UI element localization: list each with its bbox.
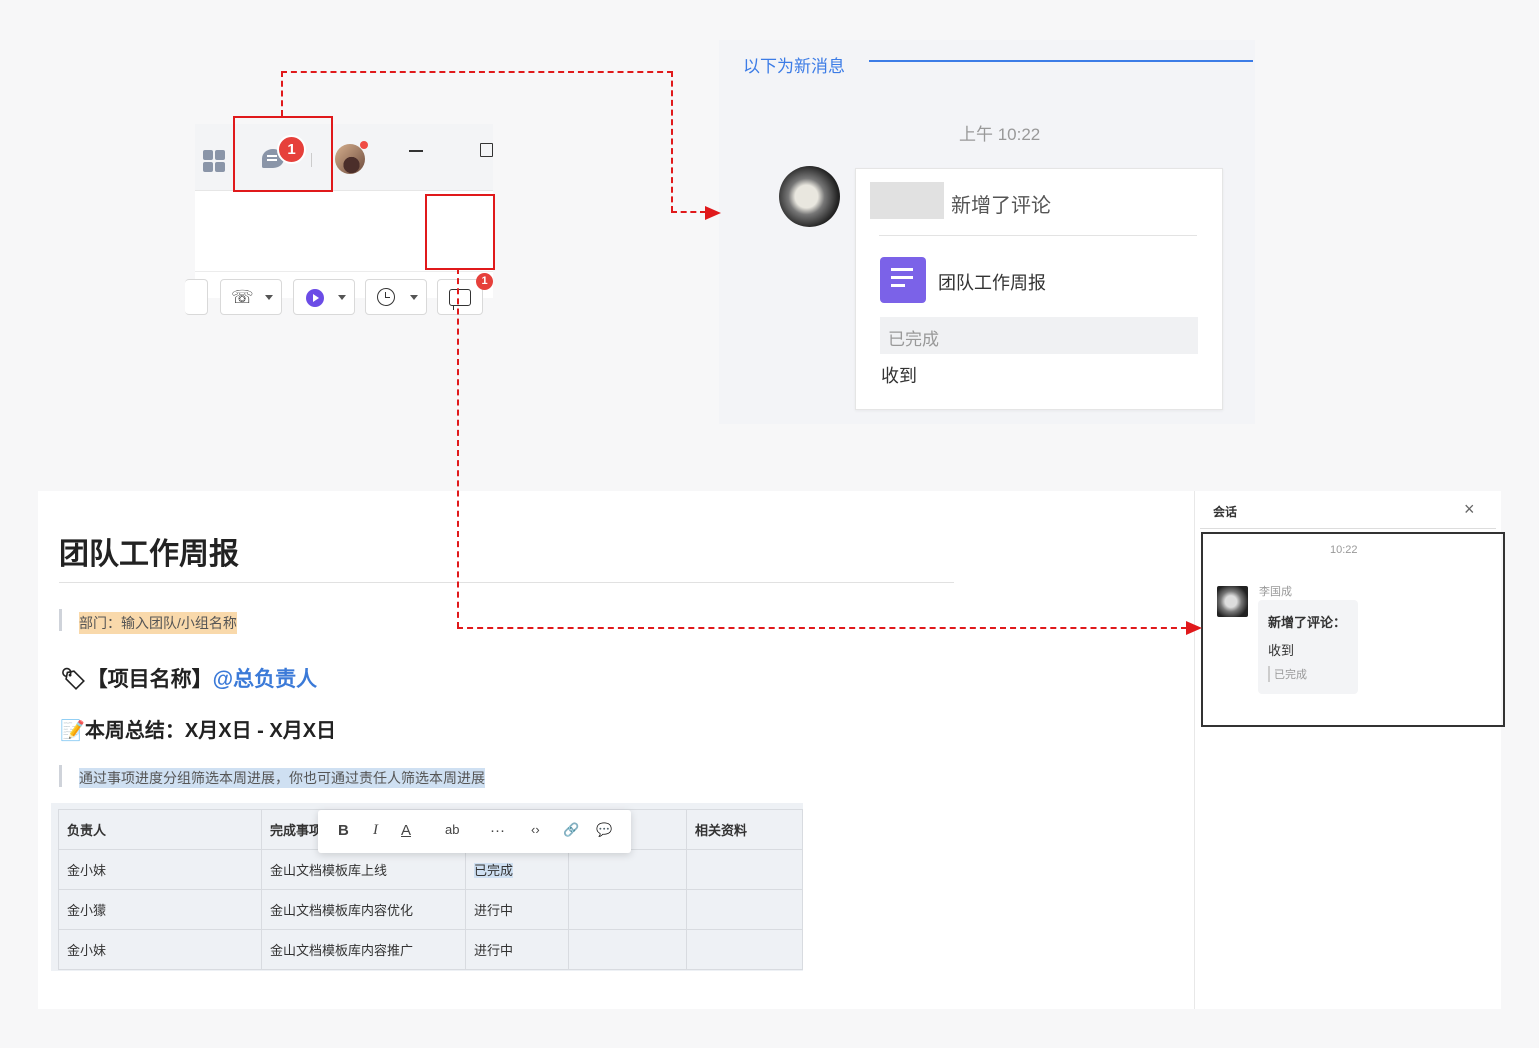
table-cell[interactable]: 金小妹 [58,849,262,890]
quoted-text: 已完成 [888,330,939,349]
apps-grid-icon[interactable] [203,150,225,172]
table-cell[interactable]: 金山文档模板库内容推广 [261,929,466,970]
quoted-text-box: 已完成 [880,317,1198,354]
present-button[interactable] [293,279,355,315]
table-cell[interactable]: 金山文档模板库内容优化 [261,889,466,930]
history-button[interactable] [365,279,427,315]
table-header[interactable]: 相关资料 [686,809,803,850]
connector-line [281,71,283,116]
conversation-title: 会话 [1213,505,1238,519]
document-editor: 团队工作周报 部门：输入团队/小组名称 🏷【项目名称】@总负责人 📝本周总结：X… [38,491,1196,1009]
new-messages-divider [869,60,1253,62]
chevron-down-icon [410,295,418,300]
summary-text: 本周总结：X月X日 - X月X日 [84,720,337,742]
comment-button[interactable]: 💬 [596,822,612,838]
table-cell[interactable] [568,889,687,930]
call-button[interactable]: ☏ [220,279,282,315]
department-line[interactable]: 部门：输入团队/小组名称 [79,612,237,634]
tag-icon: 🏷 [60,668,87,691]
table-cell[interactable]: 金山文档模板库上线 [261,849,466,890]
table-row: 金小妹 金山文档模板库内容推广 进行中 [58,929,803,970]
comment-icon [449,289,471,310]
toolbar-button-partial[interactable] [185,279,208,315]
chat-message-panel: 以下为新消息 上午 10:22 新增了评论 团队工作周报 已完成 收到 [719,40,1255,424]
highlight-button[interactable]: ab [445,822,459,837]
comment-notification-card[interactable]: 新增了评论 团队工作周报 已完成 收到 [855,168,1223,410]
chevron-down-icon [265,295,273,300]
floating-format-toolbar: B I A ab ··· ‹› 🔗 💬 [318,810,631,853]
table-cell[interactable] [686,849,803,890]
table-cell[interactable]: 金小妹 [58,929,262,970]
selected-text: 已完成 [474,863,514,878]
table-cell[interactable]: 金小獴 [58,889,262,930]
clock-icon [377,288,395,306]
chevron-down-icon [338,295,346,300]
comment-reply: 收到 [881,366,917,386]
status-dot [360,141,368,149]
owner-mention[interactable]: @总负责人 [213,668,317,691]
message-time: 上午 10:22 [959,125,1041,144]
divider [1200,528,1496,529]
connector-line [281,71,673,73]
summary-heading[interactable]: 📝本周总结：X月X日 - X月X日 [60,714,336,743]
bold-button[interactable]: B [338,822,349,839]
play-icon [306,289,324,307]
table-cell[interactable] [686,929,803,970]
project-heading[interactable]: 🏷【项目名称】@总负责人 [60,663,317,693]
comment-button-highlight [425,194,495,270]
link-button[interactable]: 🔗 [563,822,579,838]
project-name: 【项目名称】 [86,668,213,691]
table-row: 金小妹 金山文档模板库上线 已完成 [58,849,803,890]
code-button[interactable]: ‹› [531,822,540,837]
table-cell[interactable]: 已完成 [465,849,569,890]
connector-line [457,627,1187,629]
quote-bar [59,609,62,631]
document-link[interactable]: 团队工作周报 [938,269,1046,295]
table-header[interactable]: 负责人 [58,809,262,850]
hint-line[interactable]: 通过事项进度分组筛选本周进展，你也可通过责任人筛选本周进展 [79,768,485,788]
connector-line [671,71,673,212]
card-title: 新增了评论 [951,195,1051,217]
table-cell[interactable] [686,889,803,930]
memo-icon: 📝 [60,720,85,742]
divider [879,235,1197,236]
table-cell[interactable]: 进行中 [465,929,569,970]
arrow-right-icon [1186,621,1202,635]
table-cell[interactable]: 进行中 [465,889,569,930]
user-avatar[interactable] [335,144,365,174]
italic-button[interactable]: I [373,822,378,839]
sender-name-redacted [870,182,944,219]
table-cell[interactable] [568,849,687,890]
sender-avatar[interactable] [779,166,840,227]
comment-unread-badge: 1 [476,273,493,290]
quote-bar [59,765,62,787]
table-cell[interactable] [568,929,687,970]
connector-line [671,211,706,213]
new-messages-label: 以下为新消息 [743,57,845,76]
arrow-right-icon [705,206,721,220]
document-icon [880,257,926,303]
chat-icon-highlight [233,116,333,192]
conversation-highlight-box [1201,532,1505,727]
phone-icon: ☏ [231,287,254,307]
more-button[interactable]: ··· [490,822,505,839]
connector-line [457,268,459,628]
restore-icon[interactable] [480,143,493,157]
document-title[interactable]: 团队工作周报 [59,529,239,573]
comment-button[interactable]: 1 [437,273,493,315]
title-divider [59,582,954,583]
close-icon[interactable]: × [1464,499,1475,520]
minimize-icon[interactable] [409,150,423,152]
table-row: 金小獴 金山文档模板库内容优化 进行中 [58,889,803,930]
font-color-button[interactable]: A [401,822,411,839]
